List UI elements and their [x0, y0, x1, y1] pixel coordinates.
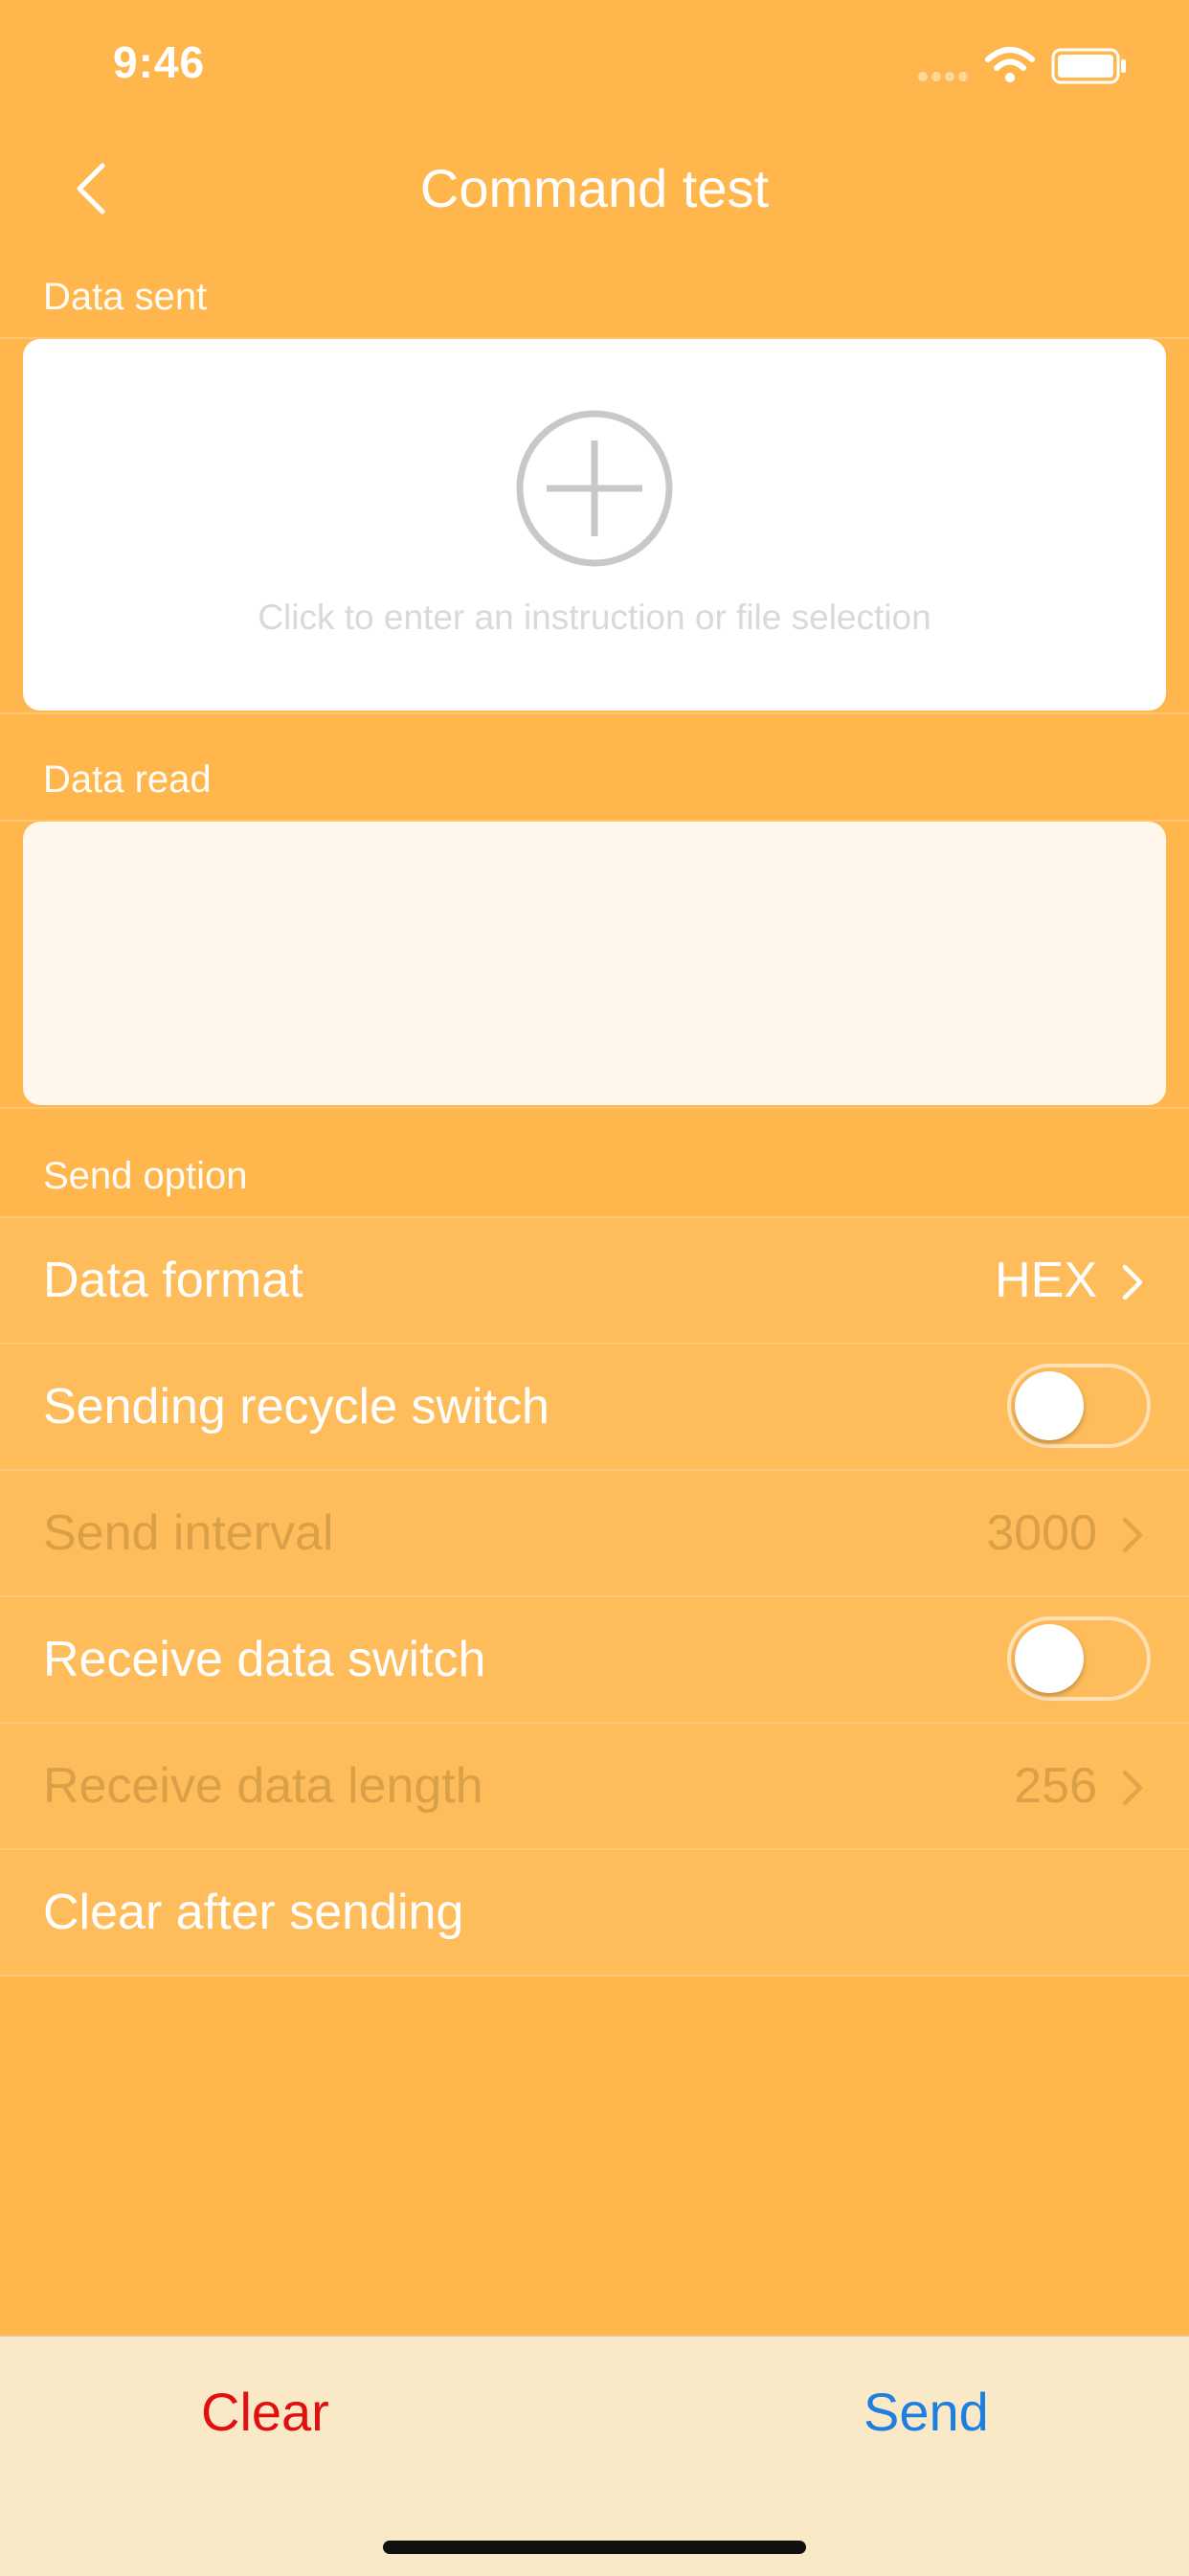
add-circle-icon [516, 410, 673, 567]
section-label-data-sent: Data sent [43, 276, 208, 318]
option-send-interval[interactable]: Send interval 3000 [0, 1469, 1189, 1595]
chevron-right-icon [1122, 1517, 1143, 1553]
receive-data-toggle[interactable] [1007, 1616, 1151, 1701]
data-read-output [23, 822, 1166, 1105]
back-button[interactable] [57, 155, 124, 222]
section-label-send-option: Send option [43, 1155, 248, 1197]
option-receive-data-length[interactable]: Receive data length 256 [0, 1722, 1189, 1848]
divider [0, 712, 1189, 714]
option-clear-after-sending[interactable]: Clear after sending [0, 1848, 1189, 1977]
toggle-knob [1015, 1624, 1084, 1693]
sending-recycle-toggle[interactable] [1007, 1364, 1151, 1448]
option-label: Clear after sending [43, 1885, 464, 1940]
divider [0, 1107, 1189, 1109]
clear-button[interactable]: Clear [201, 2381, 329, 2443]
signal-icon [918, 72, 968, 81]
option-value: 3000 [986, 1505, 1097, 1561]
battery-icon [1051, 48, 1126, 84]
chevron-right-icon [1122, 1264, 1143, 1300]
data-sent-hint: Click to enter an instruction or file se… [258, 598, 931, 637]
chevron-right-icon [1122, 1770, 1143, 1806]
option-value: HEX [995, 1253, 1097, 1308]
option-label: Receive data switch [43, 1632, 486, 1687]
data-sent-input-area[interactable]: Click to enter an instruction or file se… [23, 339, 1166, 711]
option-data-format[interactable]: Data format HEX [0, 1216, 1189, 1343]
home-indicator [383, 2541, 806, 2554]
page-title: Command test [419, 158, 770, 218]
chevron-left-icon [77, 163, 105, 215]
status-time: 9:46 [113, 37, 206, 87]
options-list: Data format HEX Sending recycle switch S… [0, 1216, 1189, 1977]
option-sending-recycle-switch: Sending recycle switch [0, 1343, 1189, 1469]
option-receive-data-switch: Receive data switch [0, 1595, 1189, 1722]
option-label: Data format [43, 1253, 303, 1308]
toggle-knob [1015, 1371, 1084, 1440]
option-label: Send interval [43, 1505, 334, 1561]
bottom-action-bar: Clear Send [0, 2335, 1189, 2576]
option-label: Receive data length [43, 1758, 483, 1814]
send-button[interactable]: Send [864, 2381, 989, 2443]
option-value: 256 [1014, 1758, 1097, 1814]
section-label-data-read: Data read [43, 758, 212, 801]
option-label: Sending recycle switch [43, 1379, 550, 1435]
wifi-icon [985, 47, 1035, 82]
